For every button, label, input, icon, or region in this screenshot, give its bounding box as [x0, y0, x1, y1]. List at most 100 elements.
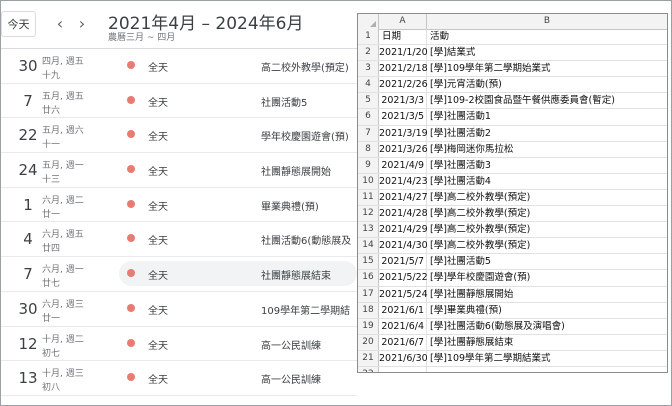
- cell-date[interactable]: 2021/4/27: [379, 189, 428, 206]
- chevron-left-icon[interactable]: ‹: [51, 13, 69, 33]
- row-number[interactable]: 17: [358, 286, 379, 302]
- cell-activity[interactable]: [學]高二校外教學(預定): [430, 190, 530, 205]
- event-title[interactable]: 畢業典禮(預): [261, 198, 319, 213]
- row-number[interactable]: 3: [358, 61, 379, 77]
- row-number[interactable]: 9: [358, 157, 379, 173]
- cell-date[interactable]: 2021/1/20: [379, 45, 428, 61]
- event-title[interactable]: 社團活動6(動態展及: [261, 232, 351, 247]
- row-number[interactable]: 22: [358, 366, 379, 372]
- cell-date[interactable]: 2021/2/18: [379, 61, 428, 77]
- day-number[interactable]: 24: [13, 161, 43, 179]
- cell-activity[interactable]: [學]梅岡迷你馬拉松: [430, 142, 513, 157]
- cell-activity[interactable]: [學]社團活動5: [430, 254, 491, 269]
- day-number[interactable]: 30: [13, 300, 43, 318]
- row-number[interactable]: 21: [358, 350, 379, 366]
- row-number[interactable]: 14: [358, 238, 379, 254]
- cell-date[interactable]: 2021/4/30: [379, 238, 428, 254]
- event-title[interactable]: 社團靜態展開始: [261, 163, 331, 178]
- cell-date[interactable]: 2021/3/5: [379, 109, 427, 125]
- agenda-row[interactable]: 13 十月, 週三 初八 全天 高一公民訓練: [1, 361, 357, 396]
- cell-activity[interactable]: [學]社團活動2: [430, 126, 491, 141]
- cell-date[interactable]: 日期: [379, 29, 427, 45]
- cell-date[interactable]: 2021/5/22: [379, 270, 428, 286]
- cell-date[interactable]: 2021/4/9: [379, 157, 427, 173]
- row-number[interactable]: 8: [358, 141, 379, 157]
- cell-date[interactable]: 2021/5/24: [379, 286, 428, 302]
- row-number[interactable]: 10: [358, 173, 379, 189]
- today-button[interactable]: 今天: [1, 11, 36, 37]
- cell-date[interactable]: 2021/6/7: [379, 334, 427, 350]
- row-number[interactable]: 1: [358, 29, 379, 45]
- row-number[interactable]: 5: [358, 93, 379, 109]
- cell-date[interactable]: 2021/4/28: [379, 206, 428, 222]
- cell-date[interactable]: 2021/3/19: [379, 125, 428, 141]
- agenda-row[interactable]: 7 五月, 週五 廿六 全天 社團活動5: [1, 84, 357, 119]
- row-number[interactable]: 2: [358, 45, 379, 61]
- cell-activity[interactable]: [學]社團活動1: [430, 109, 491, 124]
- agenda-row[interactable]: 1 六月, 週二 廿一 全天 畢業典禮(預): [1, 188, 357, 223]
- cell-activity[interactable]: [學]學年校慶園遊會(預): [430, 270, 530, 285]
- cell-activity[interactable]: [學]高二校外教學(預定): [430, 206, 530, 221]
- cell-activity[interactable]: [學]結業式: [430, 45, 475, 60]
- cell-activity[interactable]: [學]109學年第二學期結業式: [430, 351, 551, 366]
- column-header-a[interactable]: A: [379, 14, 427, 29]
- event-title[interactable]: 高一公民訓練: [261, 337, 321, 352]
- row-number[interactable]: 11: [358, 189, 379, 206]
- row-number[interactable]: 16: [358, 270, 379, 286]
- cell-date[interactable]: 2021/6/30: [379, 350, 428, 366]
- row-number[interactable]: 15: [358, 254, 379, 270]
- agenda-row[interactable]: 30 六月, 週三 廿一 全天 109學年第二學期結: [1, 292, 357, 327]
- cell-activity[interactable]: [學]高二校外教學(預定): [430, 238, 530, 253]
- cell-date[interactable]: [379, 366, 427, 372]
- cell-date[interactable]: 2021/2/26: [379, 77, 428, 93]
- cell-activity[interactable]: [學]元宵活動(預): [430, 77, 502, 92]
- agenda-row[interactable]: 4 六月, 週五 廿四 全天 社團活動6(動態展及: [1, 222, 357, 258]
- row-number[interactable]: 12: [358, 206, 379, 222]
- day-number[interactable]: 1: [13, 196, 43, 214]
- cell-date[interactable]: 2021/5/7: [379, 254, 427, 270]
- chevron-right-icon[interactable]: ›: [73, 13, 91, 33]
- cell-activity[interactable]: [學]社團靜態展開始: [430, 287, 513, 302]
- agenda-row[interactable]: 30 四月, 週五 十九 全天 高二校外教學(預定): [1, 49, 357, 84]
- cell-activity[interactable]: [學]高二校外教學(預定): [430, 222, 530, 237]
- event-title[interactable]: 高一公民訓練: [261, 371, 321, 386]
- agenda-row[interactable]: 24 五月, 週一 十三 全天 社團靜態展開始: [1, 153, 357, 188]
- cell-activity[interactable]: [學]畢業典禮(預): [430, 303, 502, 318]
- cell-activity[interactable]: [學]社團活動3: [430, 158, 491, 173]
- row-number[interactable]: 20: [358, 334, 379, 350]
- day-number[interactable]: 7: [13, 265, 43, 283]
- event-title[interactable]: 社團活動5: [261, 94, 307, 109]
- day-number[interactable]: 13: [13, 369, 43, 387]
- row-number[interactable]: 6: [358, 109, 379, 125]
- day-number[interactable]: 7: [13, 92, 43, 110]
- cell-date[interactable]: 2021/3/3: [379, 93, 427, 109]
- cell-date[interactable]: 2021/6/1: [379, 302, 427, 318]
- cell-date[interactable]: 2021/4/23: [379, 173, 428, 189]
- select-all-corner[interactable]: [358, 14, 379, 29]
- cell-activity[interactable]: 活動: [430, 29, 449, 44]
- row-number[interactable]: 19: [358, 318, 379, 334]
- agenda-row[interactable]: 7 六月, 週一 廿七 全天 社團靜態展結束: [1, 257, 357, 292]
- column-header-b[interactable]: B: [427, 14, 667, 29]
- cell-activity[interactable]: [學]社團活動4: [430, 174, 491, 189]
- cell-activity[interactable]: [學]109學年第二學期始業式: [430, 61, 551, 76]
- cell-date[interactable]: 2021/4/29: [379, 222, 428, 238]
- day-number[interactable]: 22: [13, 126, 43, 144]
- day-number[interactable]: 30: [13, 57, 43, 75]
- cell-activity[interactable]: [學]109-2校園食品暨午餐供應委員會(暫定): [430, 93, 615, 108]
- cell-date[interactable]: 2021/6/4: [379, 318, 427, 334]
- row-number[interactable]: 13: [358, 222, 379, 238]
- day-number[interactable]: 12: [13, 335, 43, 353]
- event-title[interactable]: 社團靜態展結束: [261, 267, 331, 282]
- event-title[interactable]: 學年校慶園遊會(預): [261, 128, 349, 143]
- row-number[interactable]: 4: [358, 77, 379, 93]
- row-number[interactable]: 18: [358, 302, 379, 318]
- event-title[interactable]: 109學年第二學期結: [261, 302, 350, 317]
- event-title[interactable]: 高二校外教學(預定): [261, 59, 349, 74]
- cell-activity[interactable]: [學]社團活動6(動態展及演唱會): [430, 319, 565, 334]
- day-number[interactable]: 4: [13, 230, 43, 248]
- agenda-row[interactable]: 12 十月, 週二 初七 全天 高一公民訓練: [1, 327, 357, 362]
- cell-date[interactable]: 2021/3/26: [379, 141, 428, 157]
- cell-activity[interactable]: [學]社團靜態展結束: [430, 335, 513, 350]
- agenda-row[interactable]: 22 五月, 週六 十一 全天 學年校慶園遊會(預): [1, 118, 357, 154]
